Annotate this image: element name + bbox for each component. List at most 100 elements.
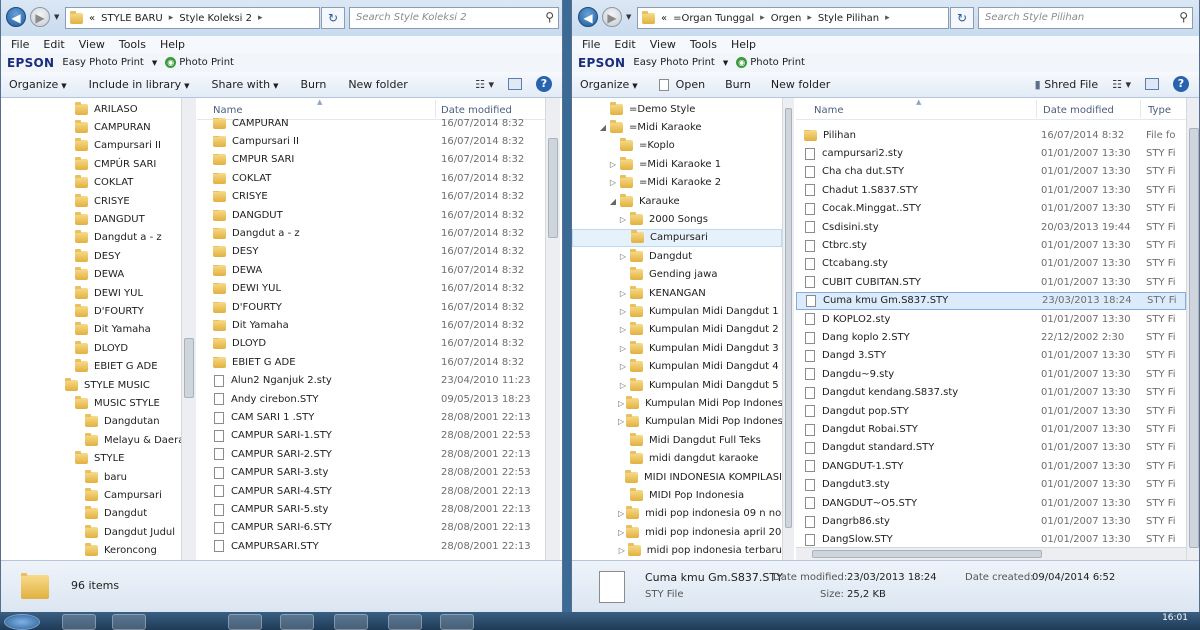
recent-pages-dropdown[interactable]: ▼ [54, 13, 59, 21]
file-row[interactable]: Dangdut3.sty 01/01/2007 13:30 STY Fi [796, 476, 1186, 494]
tree-item[interactable]: ▷ midi pop indonesia april 2010 [572, 523, 782, 541]
file-row[interactable]: D KOPLO2.sty 01/01/2007 13:30 STY Fi [796, 310, 1186, 328]
file-row[interactable]: Chadut 1.S837.STY 01/01/2007 13:30 STY Fi [796, 181, 1186, 199]
file-row[interactable]: CAM SARI 1 .STY 28/08/2001 22:13 [197, 408, 545, 426]
burn-button[interactable]: Burn [725, 78, 751, 91]
tree-item[interactable]: ◢ Karauke [572, 192, 782, 210]
column-divider[interactable] [1140, 100, 1141, 118]
tree-item[interactable]: ▷ KENANGAN [572, 284, 782, 302]
easy-photo-print-button[interactable]: Easy Photo Print [633, 57, 714, 68]
tree-item[interactable]: ▷ Kumpulan Midi Pop Indonesia [572, 413, 782, 431]
breadcrumb[interactable]: « STYLE BARU ▸ Style Koleksi 2 ▸ [65, 7, 320, 29]
collapsed-arrow-icon[interactable]: ▷ [608, 178, 618, 187]
expanded-arrow-icon[interactable]: ◢ [598, 123, 608, 132]
file-row[interactable]: DESY 16/07/2014 8:32 [197, 243, 545, 261]
tree-item[interactable]: COKLAT [1, 174, 181, 192]
tree-item[interactable]: DESY [1, 247, 181, 265]
column-type[interactable]: Type [1148, 105, 1171, 116]
collapsed-arrow-icon[interactable]: ▷ [618, 289, 628, 298]
tree-item[interactable]: DLOYD [1, 339, 181, 357]
scrollbar-thumb[interactable] [785, 108, 792, 528]
file-row[interactable]: Cha cha dut.STY 01/01/2007 13:30 STY Fi [796, 163, 1186, 181]
file-row[interactable]: CUBIT CUBITAN.STY 01/01/2007 13:30 STY Fi [796, 273, 1186, 291]
file-row[interactable]: campursari2.sty 01/01/2007 13:30 STY Fi [796, 144, 1186, 162]
forward-button[interactable]: ▶ [602, 7, 622, 27]
collapsed-arrow-icon[interactable]: ▷ [618, 399, 624, 408]
column-date-modified[interactable]: Date modified [1043, 105, 1114, 116]
taskbar-ie-icon[interactable] [62, 614, 96, 630]
file-row[interactable]: CMPÚR SARI 16/07/2014 8:32 [197, 151, 545, 169]
chevron-right-icon[interactable]: ▸ [885, 13, 890, 23]
navigation-pane[interactable]: ARILASO CAMPURAN Campursari II CMPÚR SARI CO… [1, 98, 181, 560]
menu-tools[interactable]: Tools [690, 38, 717, 51]
tree-item[interactable]: Campursari [1, 486, 181, 504]
file-row[interactable]: DANGDUT~O5.STY 01/01/2007 13:30 STY Fi [796, 494, 1186, 512]
new-folder-button[interactable]: New folder [771, 78, 830, 91]
breadcrumb[interactable]: « =Organ Tunggal ▸ Orgen ▸ Style Pilihan… [637, 7, 949, 29]
help-icon[interactable]: ? [536, 76, 552, 92]
file-row[interactable]: Alun2 Nganjuk 2.sty 23/04/2010 11:23 [197, 372, 545, 390]
file-list-horizontal-scrollbar[interactable] [796, 547, 1186, 560]
tree-item[interactable]: EBIET G ADE [1, 358, 181, 376]
tree-item[interactable]: ▷ Kumpulan Midi Dangdut 5 [572, 376, 782, 394]
scrollbar-thumb[interactable] [1189, 128, 1199, 548]
breadcrumb-item[interactable]: Style Koleksi 2 [179, 13, 252, 24]
back-button[interactable]: ◀ [6, 7, 26, 27]
collapsed-arrow-icon[interactable]: ▷ [608, 160, 618, 169]
shred-file-button[interactable]: ▮ Shred File [1035, 78, 1098, 91]
navigation-pane[interactable]: =Demo Style ◢ =Midi Karaoke =Koplo ▷ =Midi Ka… [572, 98, 782, 560]
file-row[interactable]: CAMPUR SARI-1.STY 28/08/2001 22:53 [197, 427, 545, 445]
menu-edit[interactable]: Edit [614, 38, 635, 51]
file-row[interactable]: Dit Yamaha 16/07/2014 8:32 [197, 316, 545, 334]
include-in-library-button[interactable]: Include in library ▼ [89, 78, 190, 91]
chevron-right-icon[interactable]: ▸ [258, 13, 263, 23]
open-button[interactable]: Open [658, 78, 705, 91]
tree-item[interactable]: Midi Dangdut Full Teks [572, 431, 782, 449]
photo-print-button[interactable]: ◉ Photo Print [165, 57, 234, 68]
share-with-button[interactable]: Share with ▼ [212, 78, 279, 91]
file-row[interactable]: Cuma kmu Gm.S837.STY 23/03/2013 18:24 STY … [796, 291, 1186, 310]
file-list[interactable]: Name ▲ Date modified CAMPURAN 16/07/2014 … [197, 98, 545, 560]
tree-item[interactable]: ▷ Dangdut [572, 247, 782, 265]
search-input[interactable]: Search Style Koleksi 2 ⚲ [349, 7, 559, 29]
tree-item[interactable]: DEWA [1, 266, 181, 284]
file-row[interactable]: EBIET G ADE 16/07/2014 8:32 [197, 353, 545, 371]
expanded-arrow-icon[interactable]: ◢ [608, 197, 618, 206]
tree-item[interactable]: ▷ 2000 Songs [572, 210, 782, 228]
search-input[interactable]: Search Style Pilihan ⚲ [978, 7, 1193, 29]
tree-item[interactable]: ▷ Kumpulan Midi Dangdut 3 [572, 339, 782, 357]
tree-item[interactable]: MIDI INDONESIA KOMPILASI [572, 468, 782, 486]
file-list[interactable]: Name ▲ Date modified Type Pilihan 16/07/2… [796, 98, 1186, 560]
tree-item[interactable]: D'FOURTY [1, 302, 181, 320]
tree-item[interactable]: MUSIC STYLE [1, 394, 181, 412]
tree-item[interactable]: Dangdut Judul [1, 523, 181, 541]
file-list-scrollbar[interactable] [1186, 98, 1199, 560]
file-row[interactable]: Ctcabang.sty 01/01/2007 13:30 STY Fi [796, 255, 1186, 273]
tree-item[interactable]: ▷ Kumpulan Midi Dangdut 1 [572, 302, 782, 320]
collapsed-arrow-icon[interactable]: ▷ [618, 528, 624, 537]
file-row[interactable]: Dangdut pop.STY 01/01/2007 13:30 STY Fi [796, 402, 1186, 420]
file-row[interactable]: CAMPUR SARI-2.STY 28/08/2001 22:13 [197, 445, 545, 463]
collapsed-arrow-icon[interactable]: ▷ [618, 307, 628, 316]
file-row[interactable]: CAMPUR SARI-6.STY 28/08/2001 22:13 [197, 519, 545, 537]
menu-view[interactable]: View [79, 38, 105, 51]
file-row[interactable]: COKLAT 16/07/2014 8:32 [197, 169, 545, 187]
burn-button[interactable]: Burn [300, 78, 326, 91]
tree-item[interactable]: ARILASO [1, 100, 181, 118]
tree-item[interactable]: midi dangdut karaoke [572, 450, 782, 468]
menu-file[interactable]: File [11, 38, 29, 51]
tree-item[interactable]: Dit Yamaha [1, 321, 181, 339]
file-row[interactable]: D'FOURTY 16/07/2014 8:32 [197, 298, 545, 316]
tree-item[interactable]: DANGDUT [1, 210, 181, 228]
collapsed-arrow-icon[interactable]: ▷ [618, 509, 624, 518]
scrollbar-thumb[interactable] [812, 550, 1042, 558]
file-row[interactable]: Dangrb86.sty 01/01/2007 13:30 STY Fi [796, 512, 1186, 530]
collapsed-arrow-icon[interactable]: ▷ [618, 252, 628, 261]
chevron-right-icon[interactable]: ▸ [807, 13, 812, 23]
taskbar-explorer-icon[interactable] [112, 614, 146, 630]
tree-item[interactable]: ▷ Kumpulan Midi Dangdut 2 [572, 321, 782, 339]
taskbar-app-icon[interactable] [388, 614, 422, 630]
file-row[interactable]: CAMPURSARI.STY 28/08/2001 22:13 [197, 537, 545, 555]
scrollbar-thumb[interactable] [548, 138, 558, 238]
taskbar-app-icon[interactable] [440, 614, 474, 630]
